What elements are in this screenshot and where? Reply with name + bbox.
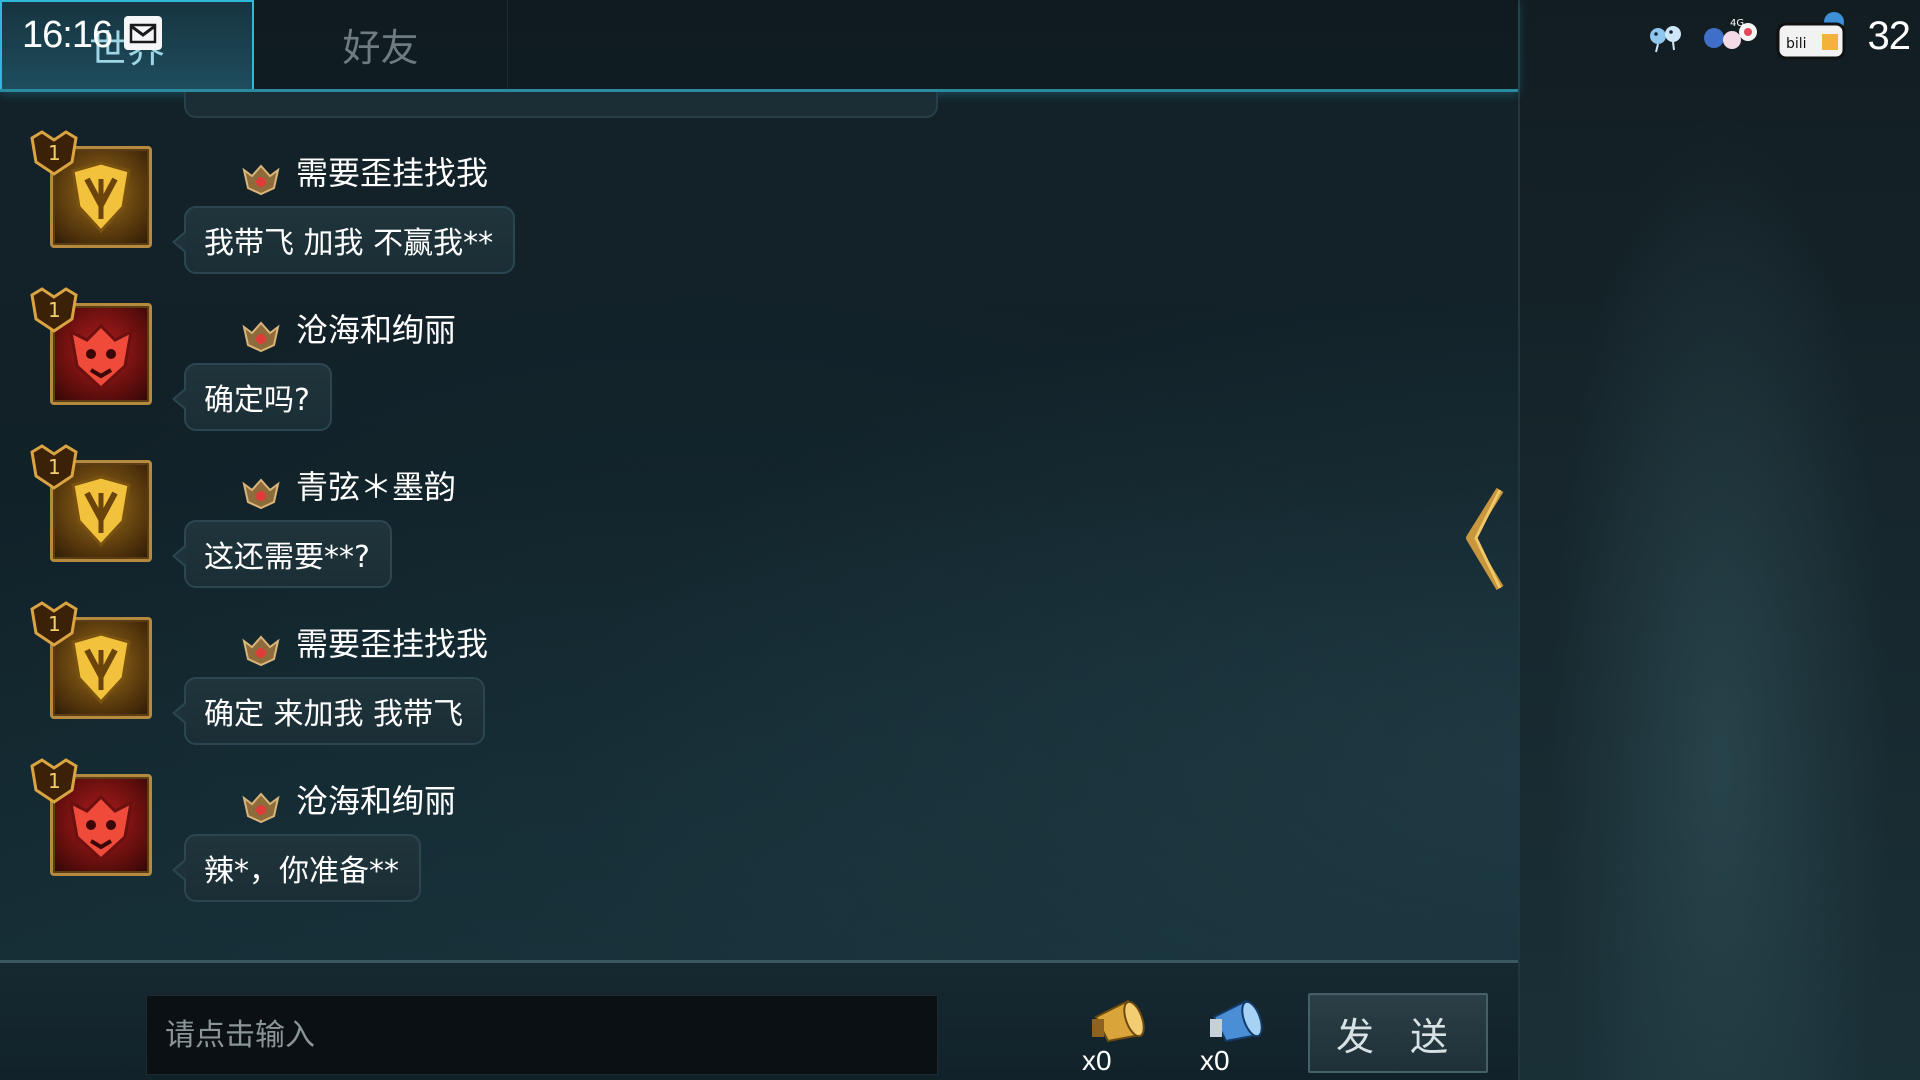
rank-number: 1 xyxy=(48,455,61,479)
tab-friends[interactable]: 好友 xyxy=(254,0,508,89)
chat-message: 1 沧海和绚丽 确定吗? xyxy=(0,287,1500,443)
partial-message-bubble xyxy=(184,92,938,118)
chat-message: 1 需要歪挂找我 我带飞 加我 不赢我** xyxy=(0,130,1500,286)
rank-number: 1 xyxy=(48,612,61,636)
send-button[interactable]: 发 送 xyxy=(1308,993,1488,1073)
rank-title-icon xyxy=(242,164,280,196)
sender-name[interactable]: 需要歪挂找我 xyxy=(296,148,488,194)
chat-message: 1 需要歪挂找我 确定 来加我 我带飞 xyxy=(0,601,1500,757)
send-button-label: 发 送 xyxy=(1335,1014,1461,1059)
tab-friends-label: 好友 xyxy=(342,26,419,70)
sender-name[interactable]: 沧海和绚丽 xyxy=(296,776,456,822)
rank-badge-icon: 1 xyxy=(30,444,78,490)
rank-title-icon xyxy=(242,321,280,353)
message-text: 辣*，你准备** xyxy=(204,854,399,889)
chat-tab-bar: 世界 好友 xyxy=(0,0,1518,92)
chat-input[interactable] xyxy=(146,995,938,1075)
sender-name[interactable]: 需要歪挂找我 xyxy=(296,619,488,665)
rank-title-icon xyxy=(242,635,280,667)
chat-message-list[interactable]: 1 需要歪挂找我 我带飞 加我 不赢我** 1 沧海和绚丽 确定吗? 1 青弦＊… xyxy=(0,92,1518,960)
blue-horn-icon xyxy=(1210,999,1263,1043)
message-bubble: 确定 来加我 我带飞 xyxy=(171,677,486,745)
rank-badge-icon: 1 xyxy=(30,601,78,647)
message-text: 这还需要**? xyxy=(204,540,370,575)
gold-horn-count: x0 xyxy=(1082,1045,1112,1076)
message-bubble: 我带飞 加我 不赢我** xyxy=(171,206,516,274)
sender-name[interactable]: 沧海和绚丽 xyxy=(296,305,456,351)
game-chat-screen: 世界 好友 16:16 4G bili 32 1 需要歪挂找我 我带飞 加我 不… xyxy=(0,0,1920,1080)
rank-badge-icon: 1 xyxy=(30,758,78,804)
message-text: 确定 来加我 我带飞 xyxy=(204,697,464,732)
sender-name[interactable]: 青弦＊墨韵 xyxy=(296,462,456,508)
message-bubble: 辣*，你准备** xyxy=(172,834,421,902)
collapse-panel-button[interactable] xyxy=(1462,484,1506,594)
chevron-left-icon xyxy=(1466,487,1504,591)
rank-title-icon xyxy=(242,478,280,510)
chat-input-bar: x0 x0 发 送 xyxy=(0,960,1518,1080)
rank-number: 1 xyxy=(48,298,61,322)
message-text: 我带飞 加我 不赢我** xyxy=(204,226,494,261)
chat-message: 1 青弦＊墨韵 这还需要**? xyxy=(0,444,1500,600)
message-text: 确定吗? xyxy=(204,383,310,418)
game-background-pane xyxy=(1518,0,1920,1080)
gold-horn-icon xyxy=(1092,999,1145,1043)
tab-world[interactable]: 世界 xyxy=(0,0,254,89)
tab-world-label: 世界 xyxy=(88,27,165,71)
blue-horn-count: x0 xyxy=(1200,1045,1230,1076)
rank-badge-icon: 1 xyxy=(30,130,78,176)
rank-number: 1 xyxy=(48,141,61,165)
message-bubble: 确定吗? xyxy=(172,363,332,431)
rank-number: 1 xyxy=(48,769,61,793)
blue-horn-button[interactable]: x0 xyxy=(1200,995,1280,1079)
chat-message: 1 沧海和绚丽 辣*，你准备** xyxy=(0,758,1500,914)
gold-horn-button[interactable]: x0 xyxy=(1082,995,1162,1079)
rank-title-icon xyxy=(242,792,280,824)
rank-badge-icon: 1 xyxy=(30,287,78,333)
message-bubble: 这还需要**? xyxy=(172,520,392,588)
